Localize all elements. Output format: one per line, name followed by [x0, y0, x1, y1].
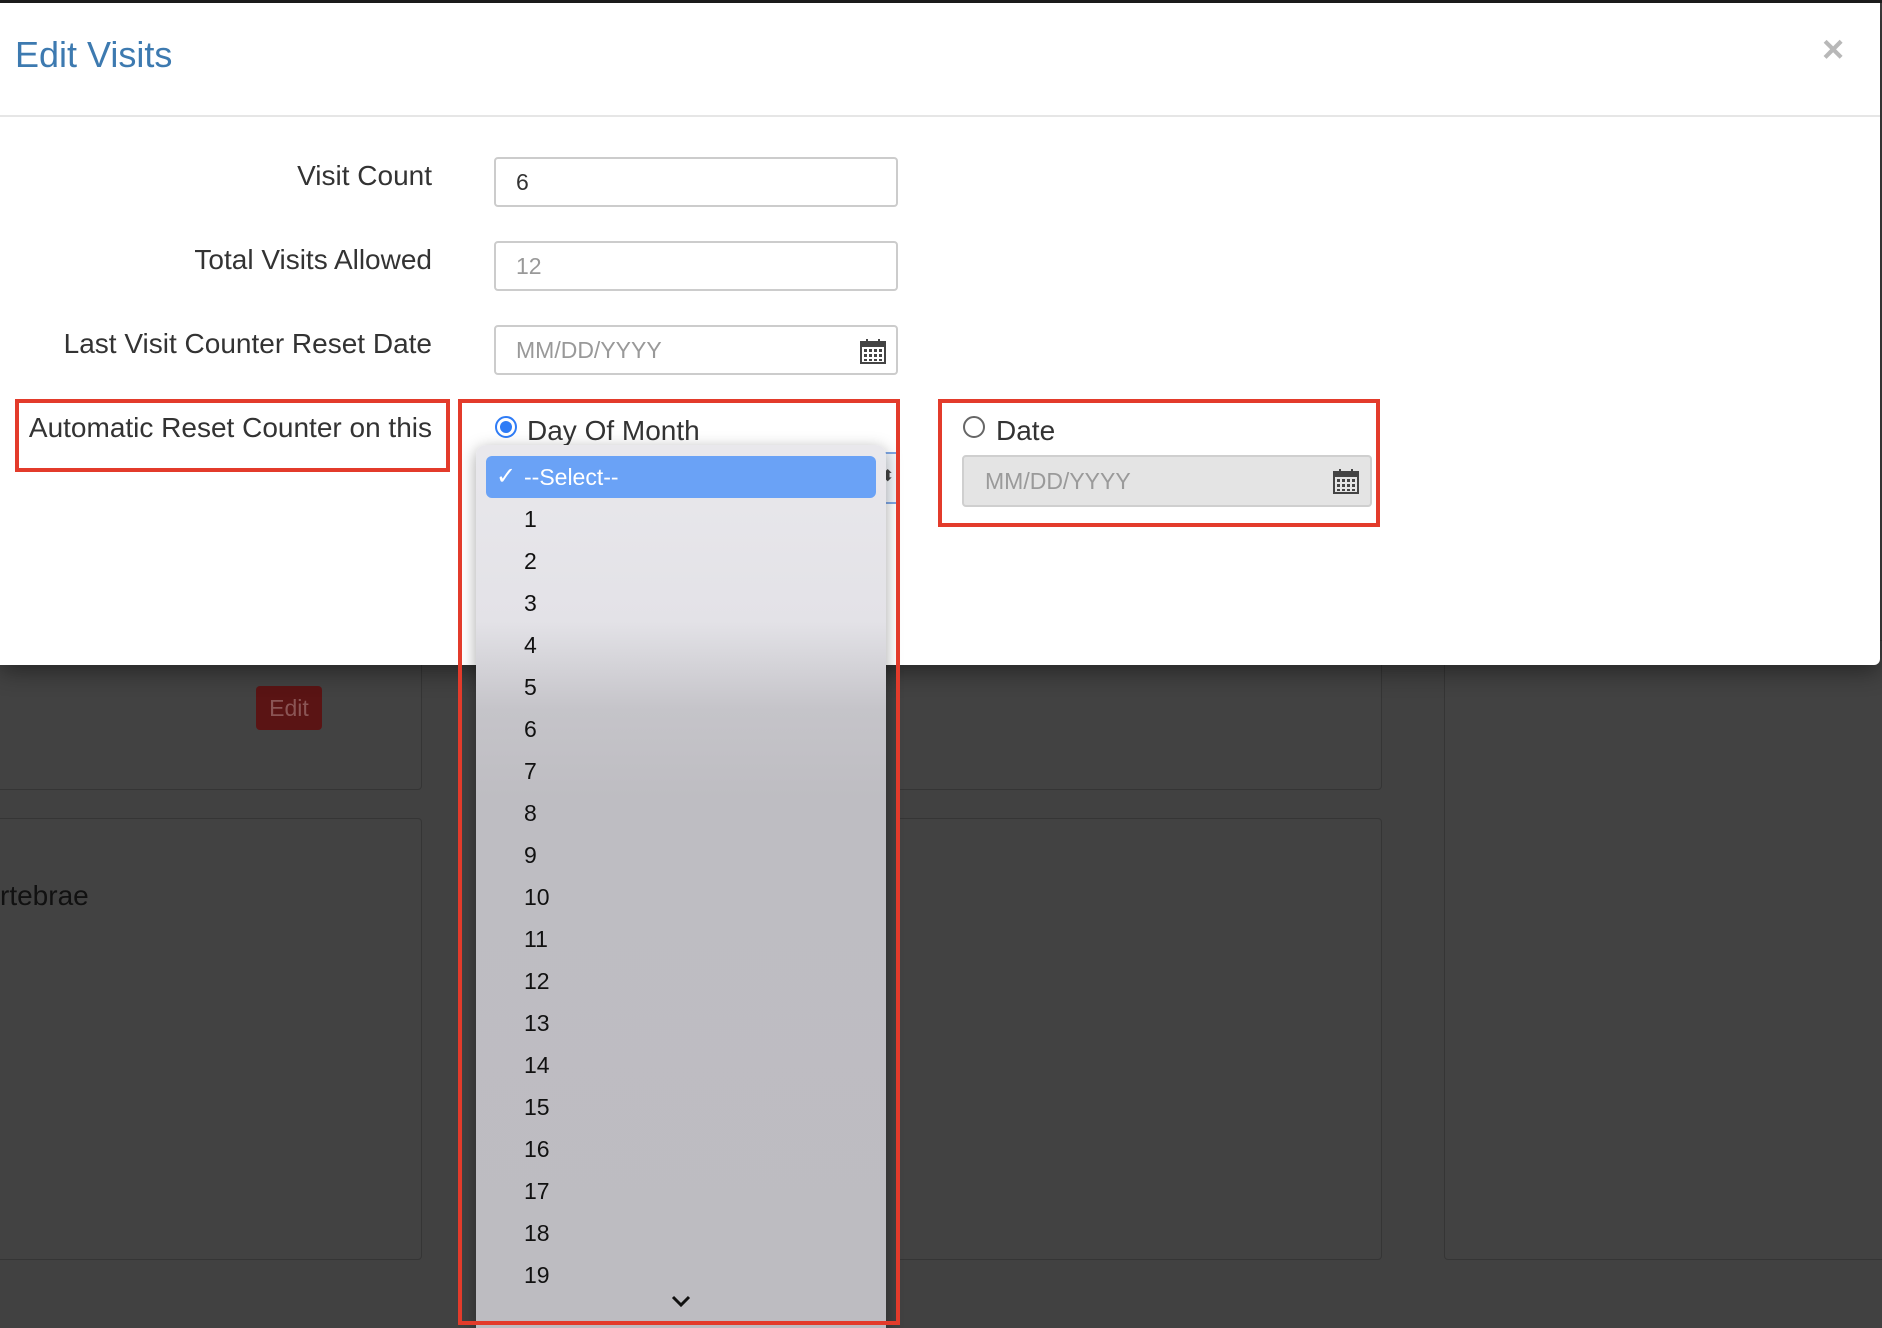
- background-card: [1444, 640, 1882, 1260]
- modal-title: Edit Visits: [15, 34, 173, 75]
- close-icon[interactable]: ×: [1822, 31, 1844, 69]
- background-card: [896, 818, 1382, 1260]
- visit-count-label: Visit Count: [297, 160, 432, 191]
- background-edit-button: Edit: [256, 686, 322, 730]
- total-visits-allowed-input[interactable]: 12: [494, 241, 898, 291]
- highlight-box-day-of-month: [458, 399, 900, 1325]
- highlight-box-date: [938, 399, 1380, 527]
- last-reset-date-input[interactable]: MM/DD/YYYY: [494, 325, 898, 375]
- background-partial-text: rtebrae: [0, 880, 89, 911]
- highlight-box-auto-reset-label: [15, 399, 450, 472]
- last-reset-date-placeholder: MM/DD/YYYY: [516, 337, 662, 363]
- visit-count-input[interactable]: 6: [494, 157, 898, 207]
- edit-visits-modal: Edit Visits × Visit Count 6 Total Visits…: [0, 3, 1880, 665]
- modal-header: Edit Visits ×: [0, 3, 1880, 117]
- total-visits-allowed-label: Total Visits Allowed: [194, 244, 432, 275]
- calendar-icon[interactable]: [859, 337, 887, 365]
- last-reset-date-label: Last Visit Counter Reset Date: [63, 328, 432, 359]
